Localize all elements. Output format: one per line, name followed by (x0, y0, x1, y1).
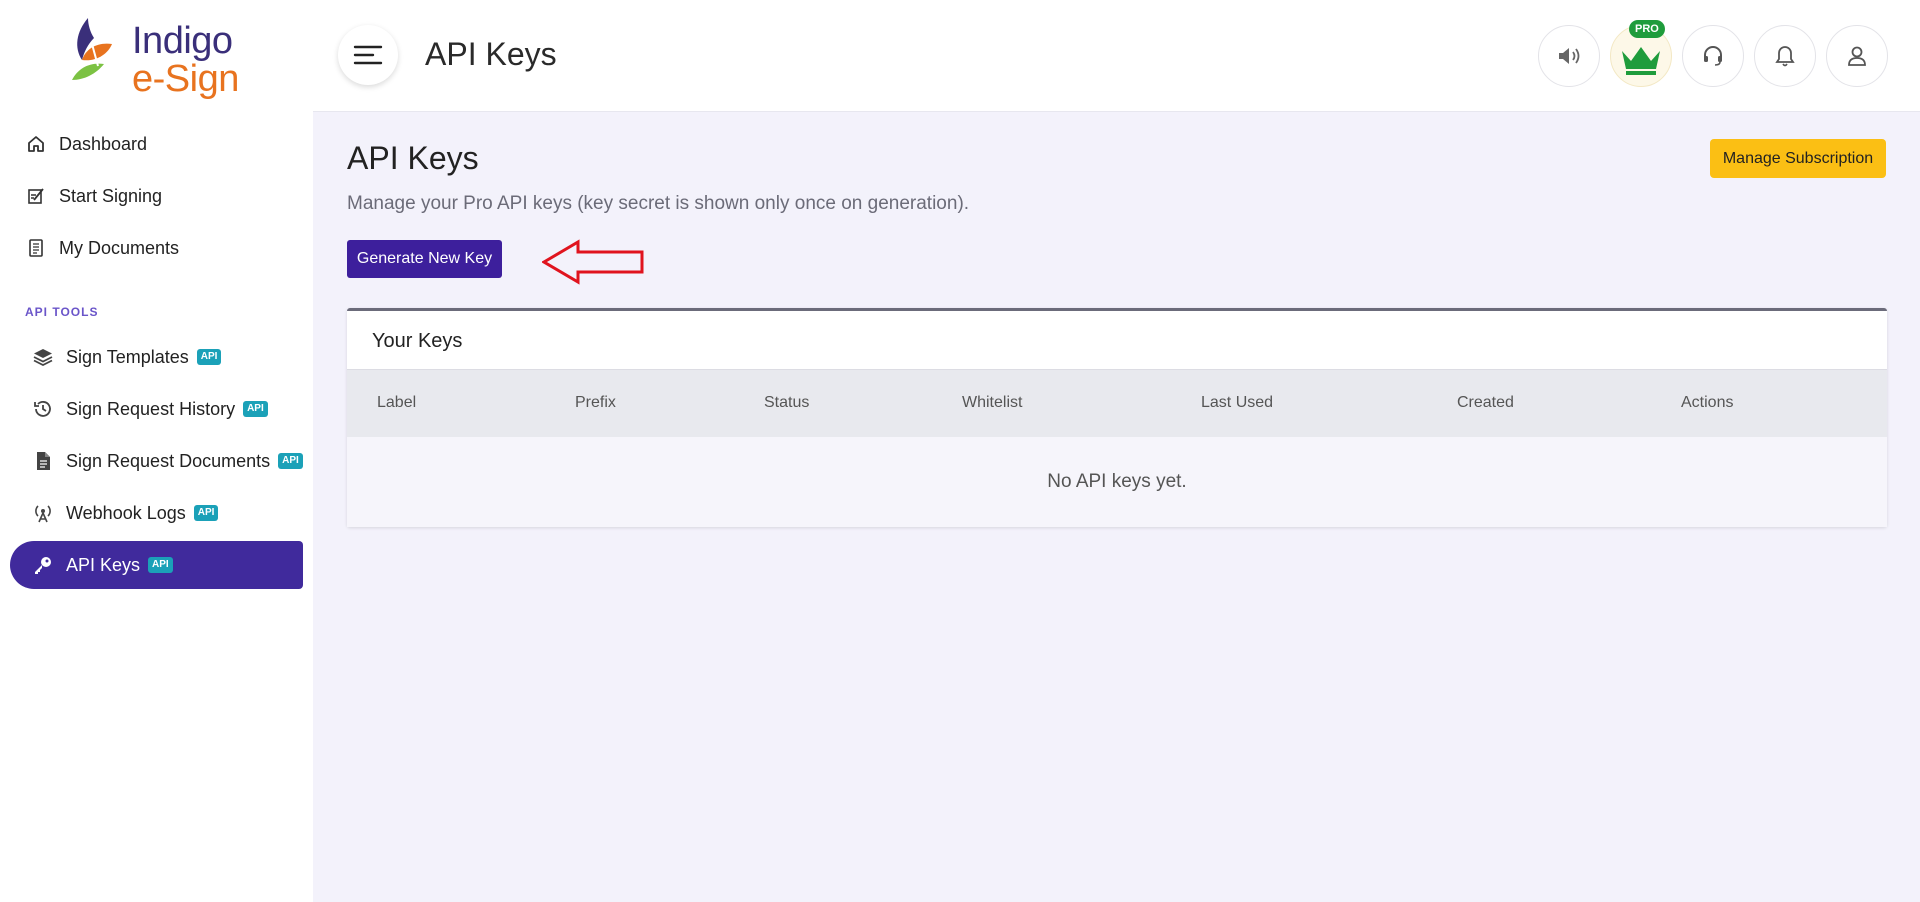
brand-logo[interactable]: Indigo e-Sign (68, 14, 258, 100)
page-subtitle: Manage your Pro API keys (key secret is … (347, 193, 970, 214)
document-icon (25, 237, 47, 259)
pro-subscription-button[interactable]: PRO (1610, 20, 1672, 87)
layers-icon (32, 346, 54, 368)
broadcast-icon (32, 502, 54, 524)
sidebar-item-sign-templates[interactable]: Sign Templates API (10, 333, 303, 381)
annotation-arrow-icon (542, 239, 644, 285)
sidebar-item-webhook-logs[interactable]: Webhook Logs API (10, 489, 303, 537)
page-title: API Keys (347, 140, 479, 176)
brand-line1: Indigo (132, 20, 233, 62)
support-button[interactable] (1682, 25, 1744, 87)
sign-icon (25, 185, 47, 207)
brand-line2: e-Sign (132, 58, 239, 100)
sidebar-item-dashboard[interactable]: Dashboard (10, 120, 303, 168)
header-title: API Keys (425, 36, 557, 72)
sidebar-item-label: Start Signing (59, 185, 163, 206)
empty-state-message: No API keys yet. (347, 437, 1887, 527)
menu-toggle-button[interactable] (338, 25, 398, 85)
table-header: Label Prefix Status Whitelist Last Used … (347, 369, 1887, 437)
profile-button[interactable] (1826, 25, 1888, 87)
sidebar-item-label: Sign Request Documents (66, 450, 271, 471)
sidebar-item-label: My Documents (59, 237, 180, 258)
history-icon (32, 398, 54, 420)
crown-icon (1622, 47, 1660, 75)
sidebar-item-label: Webhook Logs (66, 502, 186, 523)
announcements-button[interactable] (1538, 25, 1600, 87)
sidebar-item-label: Sign Templates (66, 346, 189, 367)
card-title: Your Keys (372, 330, 463, 352)
manage-subscription-button[interactable]: Manage Subscription (1710, 139, 1886, 178)
column-header-status: Status (764, 394, 810, 411)
speaker-icon (1559, 48, 1580, 64)
column-header-prefix: Prefix (575, 394, 616, 411)
sidebar-item-label: Dashboard (59, 133, 148, 154)
sidebar: Indigo e-Sign Dashboard Start Signing My… (0, 0, 313, 902)
section-label-api-tools: API TOOLS (25, 305, 99, 319)
headset-icon (1704, 46, 1722, 66)
api-badge: API (193, 505, 219, 521)
sidebar-item-start-signing[interactable]: Start Signing (10, 172, 303, 220)
logo-icon (72, 18, 112, 80)
sidebar-item-sign-request-documents[interactable]: Sign Request Documents API (10, 437, 303, 485)
column-header-created: Created (1457, 394, 1514, 411)
your-keys-card: Your Keys Label Prefix Status Whitelist … (347, 308, 1887, 527)
api-badge: API (278, 453, 303, 469)
sidebar-item-api-keys[interactable]: API Keys API (10, 541, 303, 589)
sidebar-item-my-documents[interactable]: My Documents (10, 224, 303, 272)
user-icon (1848, 46, 1866, 66)
api-badge: API (148, 557, 173, 573)
sidebar-item-sign-request-history[interactable]: Sign Request History API (10, 385, 303, 433)
column-header-last-used: Last Used (1201, 394, 1274, 411)
hamburger-icon (353, 45, 383, 65)
top-header: API Keys PRO (313, 0, 1920, 112)
home-icon (25, 133, 47, 155)
notifications-button[interactable] (1754, 25, 1816, 87)
api-badge: API (196, 349, 222, 365)
key-icon (32, 554, 54, 576)
column-header-actions: Actions (1681, 394, 1734, 411)
api-badge: API (243, 401, 268, 417)
sidebar-item-label: Sign Request History (66, 398, 236, 419)
sidebar-item-label: API Keys (66, 554, 141, 575)
column-header-whitelist: Whitelist (962, 394, 1023, 411)
generate-new-key-button[interactable]: Generate New Key (347, 240, 502, 278)
file-icon (32, 450, 54, 472)
pro-badge: PRO (1629, 20, 1665, 38)
bell-icon (1775, 46, 1795, 67)
column-header-label: Label (377, 394, 417, 411)
